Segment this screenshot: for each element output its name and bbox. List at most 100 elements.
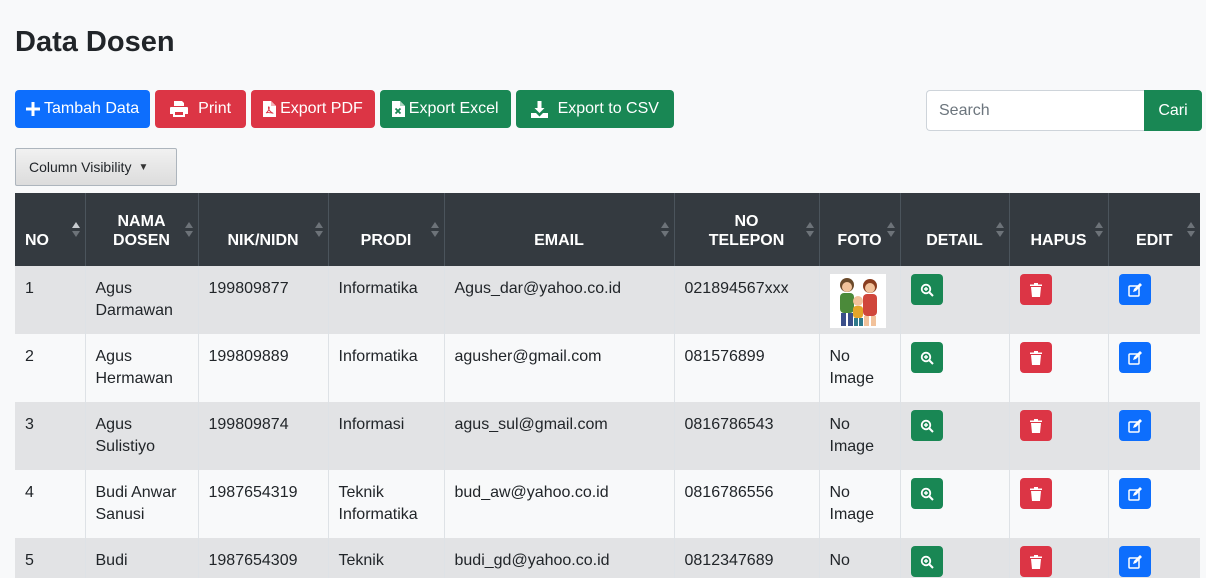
table-body: 1 Agus Darmawan 199809877 Informatika Agu…: [15, 266, 1200, 578]
detail-button[interactable]: [910, 410, 943, 441]
download-icon: [530, 100, 548, 118]
col-header-email[interactable]: EMAIL: [443, 193, 674, 266]
dosen-table: NO NAMA DOSEN NIK/NIDN PRODI EMAIL NO TELE…: [15, 193, 1200, 578]
tambah-data-button[interactable]: Tambah Data: [15, 90, 151, 128]
hapus-button[interactable]: [1019, 478, 1052, 509]
edit-icon: [1127, 418, 1142, 433]
cell-email: bud_aw@yahoo.co.id: [443, 470, 674, 538]
cell-prodi: Teknik Informatika: [327, 470, 444, 538]
print-button[interactable]: Print: [155, 90, 247, 128]
col-header-nik-nidn[interactable]: NIK/NIDN: [197, 193, 328, 266]
zoom-in-icon: [920, 487, 934, 501]
column-visibility-button[interactable]: Column Visibility ▼: [15, 148, 177, 186]
search-button[interactable]: Cari: [1144, 90, 1202, 131]
cell-telepon: 081576899: [673, 334, 819, 402]
hapus-button[interactable]: [1019, 546, 1052, 577]
cell-hapus: [1008, 334, 1108, 402]
col-header-hapus[interactable]: HAPUS: [1008, 193, 1108, 266]
edit-button[interactable]: [1118, 274, 1151, 305]
table-row: 5 Budi 1987654309 Teknik budi_gd@yahoo.c…: [15, 538, 1200, 578]
cell-detail: [899, 402, 1009, 470]
col-header-prodi[interactable]: PRODI: [327, 193, 444, 266]
export-excel-button[interactable]: Export Excel: [379, 90, 511, 128]
trash-icon: [1029, 282, 1042, 297]
sort-icon: [995, 222, 1005, 238]
sort-icon: [1094, 222, 1104, 238]
col-header-no-telepon[interactable]: NO TELEPON: [673, 193, 819, 266]
trash-icon: [1029, 554, 1042, 569]
sort-icon: [660, 222, 670, 238]
cell-foto: No Image: [818, 334, 900, 402]
table-header-row: NO NAMA DOSEN NIK/NIDN PRODI EMAIL NO TELE…: [15, 193, 1200, 266]
edit-button[interactable]: [1118, 342, 1151, 373]
cell-prodi: Informatika: [327, 334, 444, 402]
cell-nik: 199809877: [197, 266, 328, 334]
edit-icon: [1127, 282, 1142, 297]
edit-button[interactable]: [1118, 478, 1151, 509]
cell-foto: No Image: [818, 470, 900, 538]
table-row: 2 Agus Hermawan 199809889 Informatika agu…: [15, 334, 1200, 402]
sort-icon: [886, 222, 896, 238]
print-label: Print: [198, 100, 232, 117]
edit-button[interactable]: [1118, 410, 1151, 441]
detail-button[interactable]: [910, 478, 943, 509]
hapus-button[interactable]: [1019, 410, 1052, 441]
sort-icon: [71, 222, 81, 238]
plus-icon: [26, 102, 40, 116]
sort-icon: [430, 222, 440, 238]
detail-button[interactable]: [910, 342, 943, 373]
cell-hapus: [1008, 538, 1108, 578]
cell-nama: Budi Anwar Sanusi: [84, 470, 198, 538]
edit-icon: [1127, 350, 1142, 365]
cell-no: 5: [15, 538, 85, 578]
cell-email: budi_gd@yahoo.co.id: [443, 538, 674, 578]
table-row: 1 Agus Darmawan 199809877 Informatika Agu…: [15, 266, 1200, 334]
zoom-in-icon: [920, 555, 934, 569]
detail-button[interactable]: [910, 546, 943, 577]
cell-no: 1: [15, 266, 85, 334]
sort-icon: [805, 222, 815, 238]
table-row: 4 Budi Anwar Sanusi 1987654319 Teknik Info…: [15, 470, 1200, 538]
export-pdf-button[interactable]: Export PDF: [251, 90, 375, 128]
sort-icon: [1186, 222, 1196, 238]
export-csv-label: Export to CSV: [557, 100, 659, 117]
col-header-no[interactable]: NO: [15, 193, 85, 266]
cell-nama: Budi: [84, 538, 198, 578]
cell-hapus: [1008, 470, 1108, 538]
cell-prodi: Teknik: [327, 538, 444, 578]
edit-button[interactable]: [1118, 546, 1151, 577]
cell-detail: [899, 266, 1009, 334]
cell-foto: [818, 266, 900, 334]
edit-icon: [1127, 486, 1142, 501]
hapus-button[interactable]: [1019, 342, 1052, 373]
col-header-foto[interactable]: FOTO: [818, 193, 900, 266]
hapus-button[interactable]: [1019, 274, 1052, 305]
detail-button[interactable]: [910, 274, 943, 305]
cell-no: 4: [15, 470, 85, 538]
file-pdf-icon: [263, 101, 277, 117]
cell-telepon: 0816786543: [673, 402, 819, 470]
col-header-detail[interactable]: DETAIL: [899, 193, 1009, 266]
page-title: Data Dosen: [15, 26, 175, 58]
cell-nik: 199809874: [197, 402, 328, 470]
col-header-edit[interactable]: EDIT: [1107, 193, 1200, 266]
sort-icon: [184, 222, 194, 238]
cell-nama: Agus Darmawan: [84, 266, 198, 334]
trash-icon: [1029, 350, 1042, 365]
search-input[interactable]: [926, 90, 1144, 131]
col-header-nama-dosen[interactable]: NAMA DOSEN: [84, 193, 198, 266]
cell-telepon: 0812347689: [673, 538, 819, 578]
search-group: Cari: [926, 90, 1202, 131]
cell-edit: [1107, 538, 1200, 578]
table-row: 3 Agus Sulistiyo 199809874 Informasi agus…: [15, 402, 1200, 470]
cell-email: Agus_dar@yahoo.co.id: [443, 266, 674, 334]
cell-prodi: Informasi: [327, 402, 444, 470]
cell-nik: 1987654319: [197, 470, 328, 538]
cell-prodi: Informatika: [327, 266, 444, 334]
cell-edit: [1107, 470, 1200, 538]
cell-no: 3: [15, 402, 85, 470]
cell-edit: [1107, 402, 1200, 470]
export-csv-button[interactable]: Export to CSV: [515, 90, 674, 128]
cell-detail: [899, 538, 1009, 578]
cell-no: 2: [15, 334, 85, 402]
